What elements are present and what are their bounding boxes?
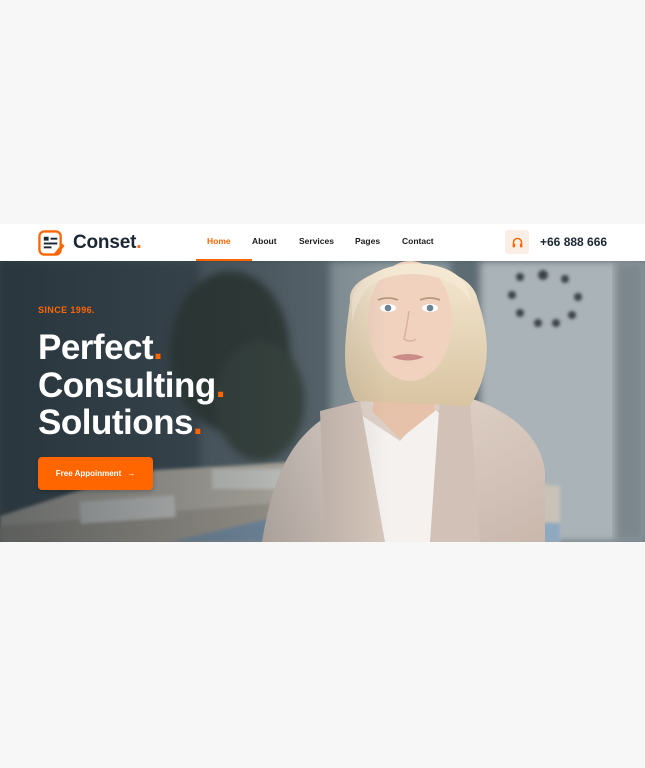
headline-line-1: Perfect. [38,328,163,367]
headline-line-2: Consulting. [38,365,225,405]
hero-headline: Perfect. Consulting. Solutions. [38,329,225,442]
headline-line-3: Solutions. [38,403,203,442]
main-nav: Home About Services Pages Contact [196,224,452,261]
nav-item-contact[interactable]: Contact [402,224,452,261]
hero-eyebrow: SINCE 1996. [38,305,95,315]
phone-number[interactable]: +66 888 666 [540,235,607,249]
site-header: Conset. Home About Services Pages Contac… [0,224,645,261]
cta-label: Free Appoinment [55,469,122,478]
nav-item-services[interactable]: Services [299,224,355,261]
headset-icon[interactable] [505,230,529,254]
brand-name: Conset. [73,232,142,253]
nav-item-pages[interactable]: Pages [355,224,402,261]
website-frame: Conset. Home About Services Pages Contac… [0,224,645,542]
logo-icon [38,229,65,256]
arrow-right-icon: → [127,469,136,478]
nav-item-about[interactable]: About [252,224,299,261]
free-appointment-button[interactable]: Free Appoinment → [38,457,153,490]
brand-logo[interactable]: Conset. [38,229,142,257]
nav-item-home[interactable]: Home [196,224,252,261]
hero-banner: SINCE 1996. Perfect. Consulting. Solutio… [0,261,645,542]
